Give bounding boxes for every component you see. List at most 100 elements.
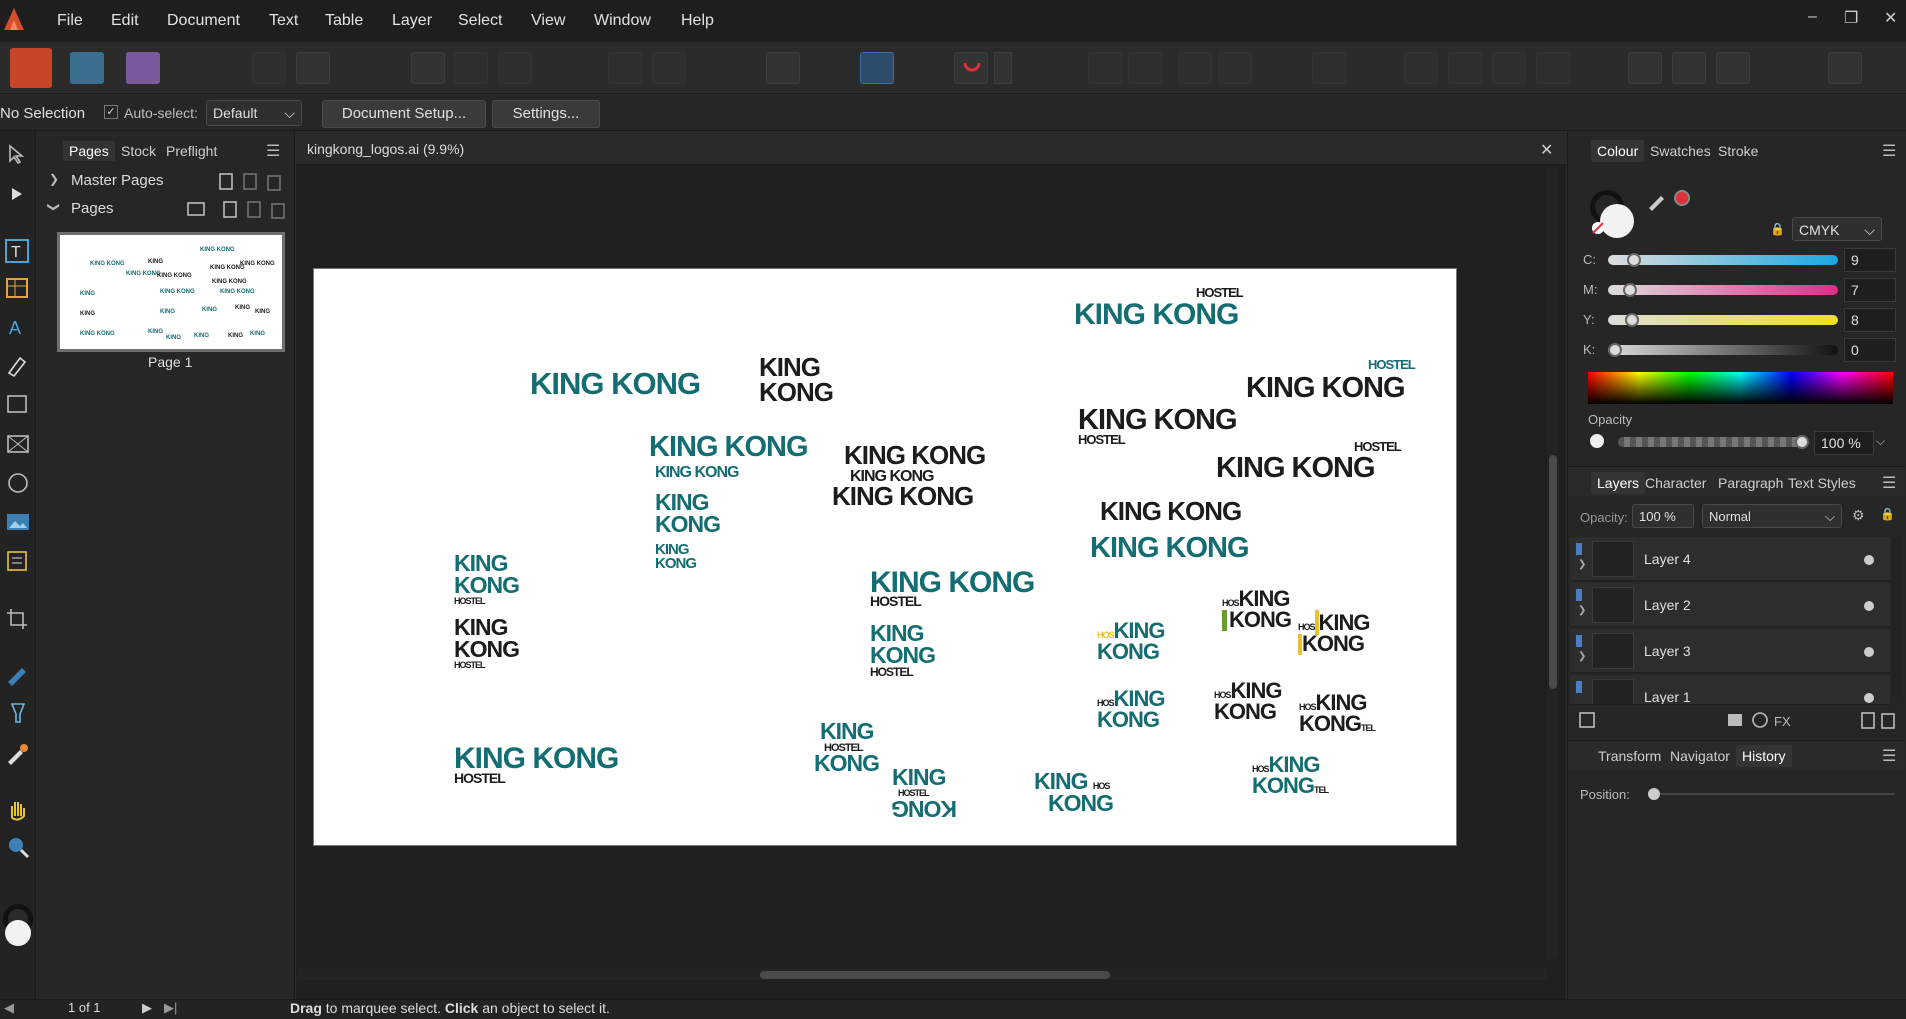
logo-king-kong[interactable]: KING KONG bbox=[649, 433, 809, 462]
document-tab-title[interactable]: kingkong_logos.ai (9.9%) bbox=[307, 141, 464, 157]
tab-layers[interactable]: Layers bbox=[1591, 472, 1646, 494]
photo-persona-icon[interactable] bbox=[126, 52, 160, 84]
toolbar-tool-icon[interactable] bbox=[1178, 52, 1212, 84]
chevron-right-icon[interactable]: ❯ bbox=[1578, 651, 1586, 662]
close-document-icon[interactable]: ✕ bbox=[1540, 140, 1553, 160]
logo-king-kong-stacked[interactable]: KING KONG bbox=[655, 491, 721, 536]
colour-spectrum[interactable] bbox=[1588, 372, 1893, 404]
toolbar-circle-icon[interactable] bbox=[252, 52, 286, 84]
menu-edit[interactable]: Edit bbox=[111, 12, 139, 30]
place-image-tool-icon[interactable] bbox=[4, 510, 32, 536]
tab-colour[interactable]: Colour bbox=[1591, 140, 1645, 162]
document-page[interactable]: KING KONG KING KONG KING KONG KING KONG K… bbox=[313, 268, 1457, 846]
black-slider-knob[interactable] bbox=[1608, 343, 1622, 357]
layer-row[interactable]: Layer 1 bbox=[1570, 675, 1890, 705]
logo-king-kong[interactable]: KING KONG bbox=[1078, 406, 1238, 435]
chevron-down-icon[interactable]: ⌵ bbox=[1876, 434, 1885, 449]
master-pages-header[interactable]: Master Pages bbox=[71, 172, 164, 189]
toolbar-tool-icon[interactable] bbox=[1128, 52, 1162, 84]
layer-name[interactable]: Layer 4 bbox=[1644, 551, 1691, 567]
master-page-actions[interactable] bbox=[218, 172, 288, 192]
logo-hostel-king-kong-yellow[interactable]: HOSKING KONG bbox=[1097, 620, 1166, 663]
no-colour-icon[interactable] bbox=[1590, 220, 1606, 236]
lock-icon[interactable]: 🔒 bbox=[1880, 507, 1895, 521]
layer-visibility-dot[interactable] bbox=[1864, 555, 1874, 565]
boolean-intersect-icon[interactable] bbox=[1716, 52, 1750, 84]
menu-view[interactable]: View bbox=[531, 12, 565, 30]
layer-name[interactable]: Layer 1 bbox=[1644, 689, 1691, 704]
vertical-scrollbar-thumb[interactable] bbox=[1549, 455, 1557, 689]
logo-hostel-king-kong-yellow-black[interactable]: HOS KING KONG bbox=[1298, 610, 1371, 655]
toolbar-tool-icon[interactable] bbox=[1448, 52, 1482, 84]
preview-icon[interactable] bbox=[766, 52, 800, 84]
black-value[interactable]: 0 bbox=[1844, 338, 1896, 362]
node-tool-icon[interactable] bbox=[6, 184, 30, 204]
chevron-right-icon[interactable]: ❯ bbox=[1578, 559, 1586, 570]
last-page-icon[interactable]: ▶| bbox=[164, 1000, 177, 1016]
picked-colour-swatch[interactable] bbox=[1674, 190, 1690, 206]
logo-king-hostel-kong[interactable]: KING HOSTEL KONG bbox=[814, 720, 880, 775]
ellipse-frame-tool-icon[interactable] bbox=[4, 470, 32, 496]
logo-king-kong-hostel-stacked[interactable]: KING KONG HOSTEL bbox=[454, 616, 520, 669]
magenta-slider[interactable] bbox=[1608, 285, 1838, 295]
picture-frame-tool-icon[interactable] bbox=[4, 432, 32, 458]
tab-transform[interactable]: Transform bbox=[1598, 748, 1661, 764]
history-position-knob[interactable] bbox=[1648, 788, 1660, 800]
tab-pages[interactable]: Pages bbox=[63, 141, 115, 161]
black-slider[interactable] bbox=[1608, 345, 1838, 355]
table-tool-icon[interactable] bbox=[4, 276, 32, 302]
layer-name[interactable]: Layer 3 bbox=[1644, 643, 1691, 659]
next-page-icon[interactable]: ▶ bbox=[142, 1000, 152, 1016]
layer-visibility-dot[interactable] bbox=[1864, 601, 1874, 611]
blend-mode-dropdown[interactable]: Normal ⌵ bbox=[1702, 504, 1842, 528]
tab-character[interactable]: Character bbox=[1645, 475, 1706, 491]
tab-stroke[interactable]: Stroke bbox=[1718, 143, 1758, 159]
logo-king-kong[interactable]: KING KONG bbox=[1074, 300, 1239, 330]
toolbar-tool-icon[interactable] bbox=[1536, 52, 1570, 84]
rectangle-tool-icon[interactable] bbox=[4, 392, 32, 418]
panel-menu-icon[interactable]: ☰ bbox=[266, 141, 280, 161]
tab-stock[interactable]: Stock bbox=[121, 143, 156, 159]
layer-visibility-dot[interactable] bbox=[1864, 647, 1874, 657]
colour-model-dropdown[interactable]: CMYK ⌵ bbox=[1792, 217, 1882, 241]
frame-text-tool-icon[interactable]: T bbox=[4, 238, 32, 264]
logo-king-kong[interactable]: KING KONG bbox=[530, 368, 701, 399]
tab-navigator[interactable]: Navigator bbox=[1670, 748, 1730, 764]
logo-king-hostel-kong-flipped[interactable]: KING HOSTEL KONG bbox=[892, 766, 957, 823]
layer-row[interactable]: ❯ Layer 3 bbox=[1570, 629, 1890, 673]
toolbar-tool-icon[interactable] bbox=[1312, 52, 1346, 84]
opacity-value[interactable]: 100 % bbox=[1814, 431, 1874, 455]
view-mode-icon[interactable] bbox=[411, 52, 445, 84]
toolbar-tool-icon[interactable] bbox=[454, 52, 488, 84]
logo-hostel-king-kong[interactable]: HOSKING KONG bbox=[1097, 688, 1166, 731]
previous-page-icon[interactable]: ◀ bbox=[4, 1000, 14, 1016]
logo-king-kong[interactable]: KING KONG bbox=[844, 442, 986, 468]
toolbar-tool-icon[interactable] bbox=[1404, 52, 1438, 84]
logo-king-kong-stacked-small[interactable]: KING KONG bbox=[655, 542, 697, 572]
cyan-slider[interactable] bbox=[1608, 255, 1838, 265]
opacity-slider[interactable] bbox=[1618, 437, 1808, 447]
logo-hostel-king-kong-green[interactable]: HOSKING KONG bbox=[1222, 588, 1292, 631]
chevron-down-icon[interactable] bbox=[994, 52, 1012, 84]
fill-tool-icon[interactable] bbox=[4, 662, 32, 688]
logo-king-kong-hostel-side[interactable]: KING HOS KONG bbox=[1034, 770, 1114, 815]
auto-select-dropdown[interactable]: Default ⌵ bbox=[206, 100, 302, 126]
layers-action-bar[interactable]: FX bbox=[1578, 710, 1898, 732]
pen-tool-icon[interactable] bbox=[4, 352, 32, 378]
publisher-persona-icon[interactable] bbox=[10, 48, 52, 88]
logo-king-kong[interactable]: KING KONG bbox=[1100, 498, 1242, 524]
settings-button[interactable]: Settings... bbox=[492, 100, 600, 128]
minimize-icon[interactable]: – bbox=[1808, 8, 1817, 26]
layer-opacity-dropdown[interactable]: 100 % bbox=[1632, 504, 1694, 528]
menu-table[interactable]: Table bbox=[325, 12, 363, 30]
opacity-slider-knob[interactable] bbox=[1795, 435, 1809, 449]
affinity-publisher-logo-icon[interactable] bbox=[0, 0, 28, 42]
boolean-add-icon[interactable] bbox=[1628, 52, 1662, 84]
zoom-tool-icon[interactable] bbox=[4, 834, 32, 860]
chevron-right-icon[interactable]: ❯ bbox=[1578, 605, 1586, 616]
magenta-slider-knob[interactable] bbox=[1623, 283, 1638, 297]
logo-king-kong[interactable]: KING KONG bbox=[832, 483, 974, 509]
user-account-icon[interactable] bbox=[1828, 52, 1862, 84]
menu-select[interactable]: Select bbox=[458, 12, 502, 30]
logo-king-kong-small[interactable]: KING KONG bbox=[655, 464, 739, 480]
